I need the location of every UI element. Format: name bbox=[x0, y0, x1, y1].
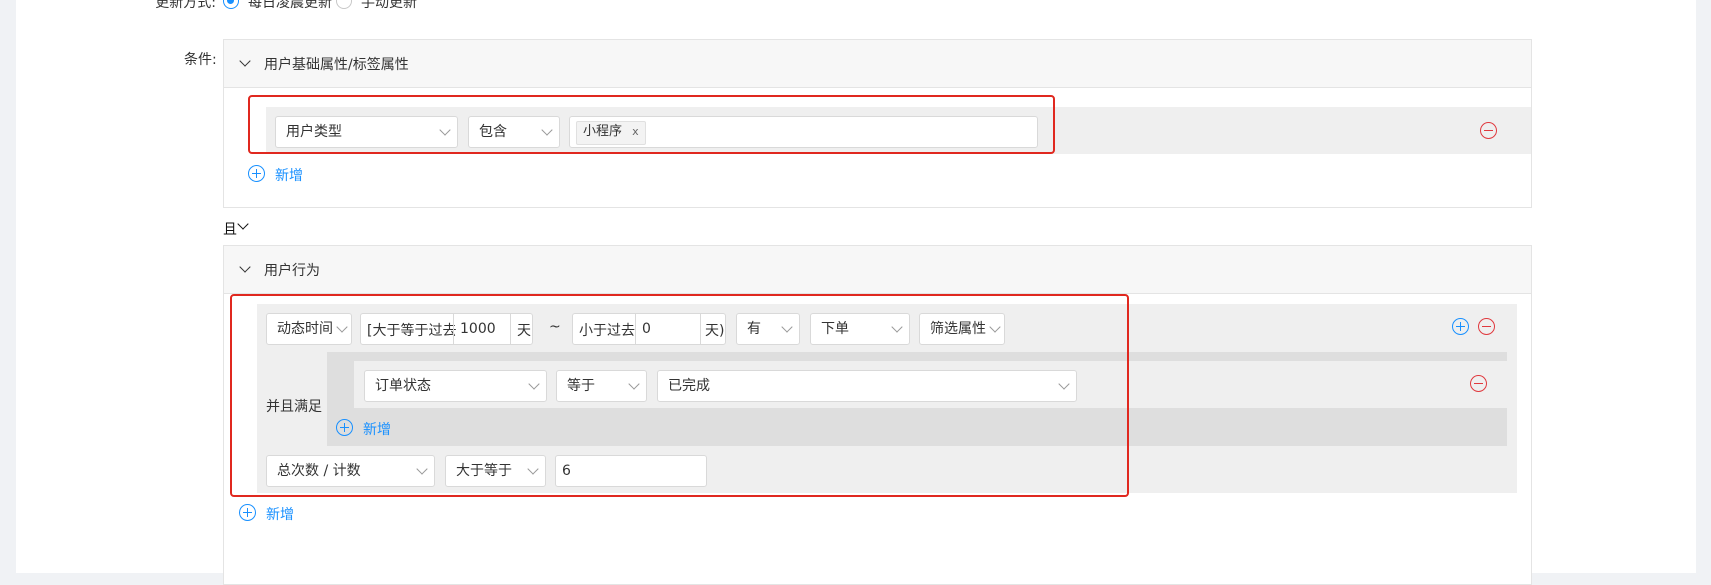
radio-manual-label[interactable]: 手动更新 bbox=[361, 0, 417, 12]
add-behavior-icon[interactable] bbox=[1452, 318, 1469, 335]
add-behavior-condition-icon[interactable] bbox=[239, 504, 256, 521]
remove-sub-condition-icon[interactable] bbox=[1470, 375, 1487, 392]
remove-condition-icon[interactable] bbox=[1480, 122, 1497, 139]
update-method-label: 更新方式: bbox=[155, 0, 216, 11]
logic-connector-label[interactable]: 且 bbox=[223, 219, 237, 239]
highlight-box-basic bbox=[248, 95, 1055, 154]
radio-dot bbox=[227, 0, 234, 4]
basic-attributes-panel-title: 用户基础属性/标签属性 bbox=[264, 57, 409, 73]
radio-daily[interactable] bbox=[223, 0, 239, 9]
add-behavior-condition-link[interactable]: 新增 bbox=[266, 504, 294, 524]
conditions-label: 条件: bbox=[184, 52, 217, 68]
user-behavior-panel-title: 用户行为 bbox=[264, 263, 320, 279]
collapse-chevron-icon[interactable] bbox=[239, 261, 251, 273]
user-behavior-panel-header[interactable]: 用户行为 bbox=[224, 246, 1531, 294]
radio-daily-label[interactable]: 每日凌晨更新 bbox=[248, 0, 332, 12]
collapse-chevron-icon[interactable] bbox=[239, 55, 251, 67]
add-condition-icon[interactable] bbox=[248, 165, 265, 182]
logic-chevron-down-icon[interactable] bbox=[237, 218, 249, 230]
highlight-box-behavior bbox=[230, 294, 1129, 497]
page-canvas: 更新方式: 每日凌晨更新 手动更新 条件: 用户基础属性/标签属性 用户类型 包… bbox=[16, 0, 1696, 585]
remove-behavior-icon[interactable] bbox=[1478, 318, 1495, 335]
radio-manual[interactable] bbox=[336, 0, 352, 9]
add-condition-link[interactable]: 新增 bbox=[275, 165, 303, 185]
basic-attributes-panel-header[interactable]: 用户基础属性/标签属性 bbox=[224, 40, 1531, 88]
